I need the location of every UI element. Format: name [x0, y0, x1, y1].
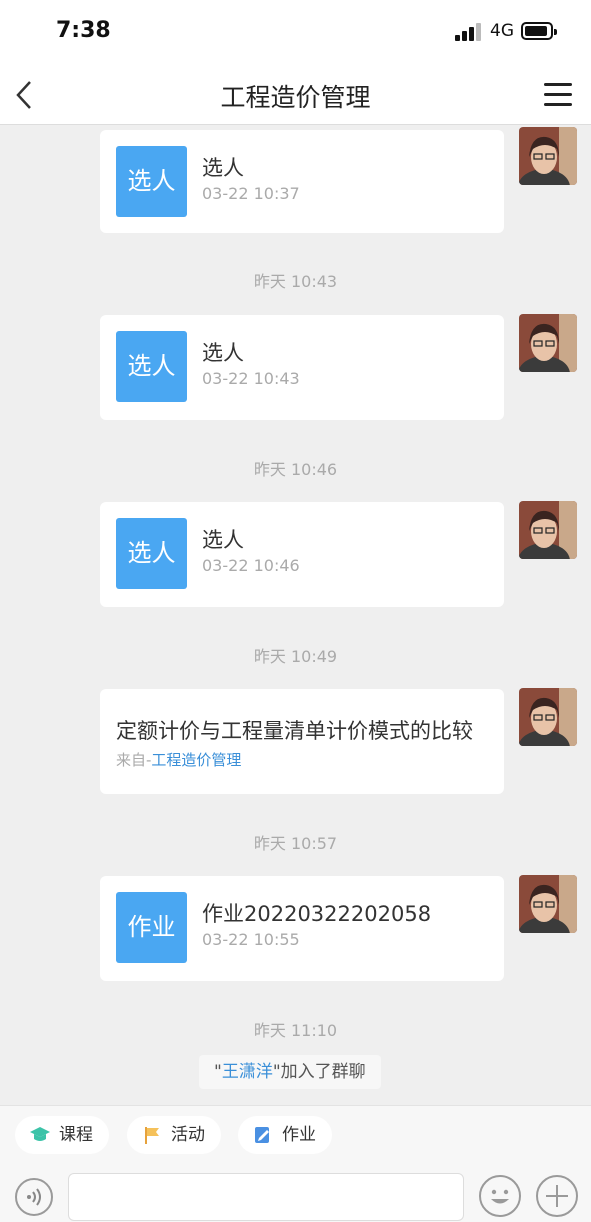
message-card[interactable]: 选人 选人 03-22 10:37 — [100, 130, 504, 233]
smile-icon — [491, 1189, 509, 1204]
card-icon: 选人 — [116, 518, 187, 589]
top-bar: 7:38 4G 工程造价管理 — [0, 0, 591, 125]
menu-button[interactable] — [544, 83, 572, 107]
chat-timestamp: 昨天 10:43 — [253, 272, 338, 291]
card-time: 03-22 10:46 — [202, 556, 300, 575]
message-card-link[interactable]: 定额计价与工程量清单计价模式的比较 来自-工程造价管理 — [100, 689, 504, 794]
chat-timestamp: 昨天 10:46 — [253, 460, 338, 479]
chat-timestamp: 昨天 10:49 — [253, 647, 338, 666]
card-time: 03-22 10:43 — [202, 369, 300, 388]
status-time: 7:38 — [56, 18, 111, 43]
avatar[interactable] — [519, 314, 577, 372]
card-time: 03-22 10:37 — [202, 184, 300, 203]
chip-activity[interactable]: 活动 — [127, 1116, 221, 1154]
battery-icon — [521, 22, 557, 40]
voice-button[interactable] — [15, 1178, 53, 1216]
flag-icon — [145, 1127, 159, 1144]
chip-homework[interactable]: 作业 — [238, 1116, 332, 1154]
link-source: 来自-工程造价管理 — [116, 751, 242, 769]
avatar[interactable] — [519, 875, 577, 933]
source-link[interactable]: 工程造价管理 — [151, 751, 241, 769]
card-title: 作业20220322202058 — [202, 902, 432, 926]
network-type: 4G — [490, 21, 514, 41]
note-icon — [255, 1127, 269, 1143]
chat-timestamp: 昨天 11:10 — [253, 1021, 338, 1040]
page-title: 工程造价管理 — [220, 83, 371, 112]
system-notice: "王潇洋"加入了群聊 — [199, 1055, 381, 1089]
signal-icon — [455, 23, 483, 41]
chat-area[interactable]: 选人 选人 03-22 10:37 昨天 10:43 选人 选人 03-22 1… — [0, 125, 591, 1105]
member-name[interactable]: 王潇洋 — [222, 1062, 273, 1082]
voice-icon — [27, 1188, 41, 1206]
link-title: 定额计价与工程量清单计价模式的比较 — [116, 719, 473, 743]
card-title: 选人 — [202, 156, 244, 180]
chat-timestamp: 昨天 10:57 — [253, 834, 338, 853]
card-title: 选人 — [202, 528, 244, 552]
message-input[interactable] — [68, 1173, 464, 1221]
avatar[interactable] — [519, 688, 577, 746]
card-time: 03-22 10:55 — [202, 930, 300, 949]
card-icon: 选人 — [116, 331, 187, 402]
message-card[interactable]: 作业 作业20220322202058 03-22 10:55 — [100, 876, 504, 981]
chip-course[interactable]: 课程 — [15, 1116, 109, 1154]
bottom-toolbar: 课程 活动 作业 — [0, 1105, 591, 1222]
graduation-cap-icon — [30, 1127, 50, 1141]
avatar[interactable] — [519, 501, 577, 559]
card-icon: 作业 — [116, 892, 187, 963]
message-card[interactable]: 选人 选人 03-22 10:46 — [100, 502, 504, 607]
avatar[interactable] — [519, 127, 577, 185]
emoji-button[interactable] — [479, 1175, 521, 1217]
plus-button[interactable] — [536, 1175, 578, 1217]
message-card[interactable]: 选人 选人 03-22 10:43 — [100, 315, 504, 420]
card-title: 选人 — [202, 341, 244, 365]
card-icon: 选人 — [116, 146, 187, 217]
